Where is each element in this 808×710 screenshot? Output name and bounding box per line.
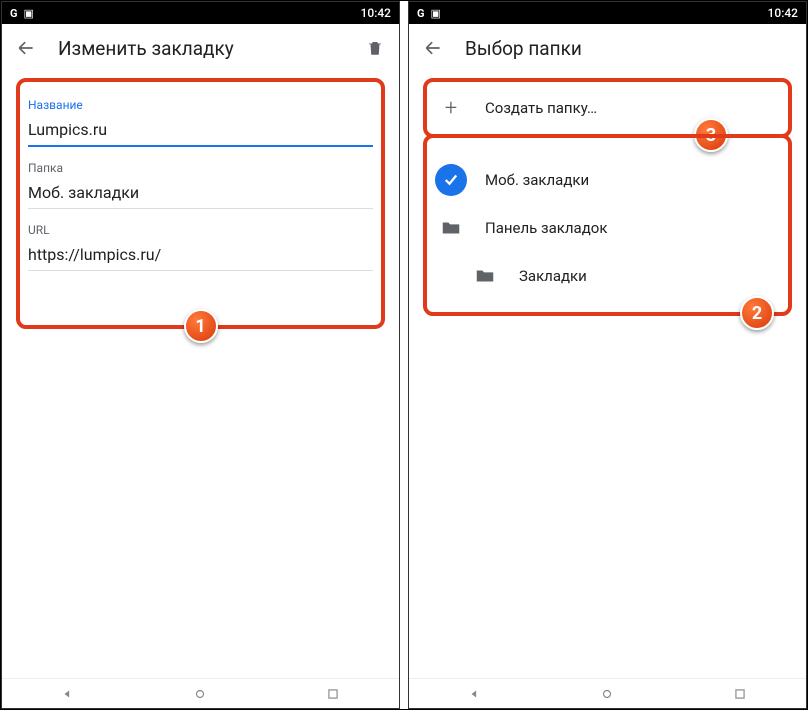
folder-icon <box>435 212 467 244</box>
nav-back-icon[interactable] <box>468 687 482 701</box>
folder-row[interactable]: Закладки <box>429 252 786 300</box>
page-title: Изменить закладку <box>58 37 234 60</box>
folder-row[interactable]: Панель закладок <box>429 204 786 252</box>
status-time: 10:42 <box>768 6 798 20</box>
folder-label: Папка <box>28 161 373 175</box>
status-time: 10:42 <box>361 6 391 20</box>
nav-recent-icon[interactable] <box>733 687 747 701</box>
page-title: Выбор папки <box>465 37 582 60</box>
create-folder-label: Создать папку… <box>485 99 597 117</box>
plus-icon: + <box>435 92 467 124</box>
nav-bar <box>2 678 399 708</box>
url-label: URL <box>28 223 373 237</box>
delete-icon[interactable] <box>361 34 389 62</box>
create-folder-row[interactable]: + Создать папку… <box>429 84 786 132</box>
check-icon <box>435 164 467 196</box>
step-badge-2: 2 <box>740 296 774 330</box>
folder-select[interactable]: Моб. закладки <box>28 179 373 209</box>
nav-home-icon[interactable] <box>600 687 614 701</box>
google-icon: G <box>417 7 425 20</box>
folder-label: Закладки <box>519 267 587 285</box>
folder-label: Моб. закладки <box>485 171 589 189</box>
name-input[interactable]: Lumpics.ru <box>28 116 373 147</box>
app-bar: Изменить закладку <box>2 24 399 72</box>
nav-home-icon[interactable] <box>193 687 207 701</box>
folder-icon <box>469 260 501 292</box>
screen-edit-bookmark: G ▣ 10:42 Изменить закладку Название Lum… <box>1 1 400 709</box>
step-badge-1: 1 <box>184 309 218 343</box>
folder-label: Панель закладок <box>485 219 607 237</box>
nav-back-icon[interactable] <box>61 687 75 701</box>
edit-form-highlight: Название Lumpics.ru Папка Моб. закладки … <box>16 78 385 329</box>
google-icon: G <box>10 7 18 20</box>
create-folder-highlight: + Создать папку… 3 <box>423 78 792 138</box>
status-bar: G ▣ 10:42 <box>409 2 806 24</box>
app-bar: Выбор папки <box>409 24 806 72</box>
nav-recent-icon[interactable] <box>326 687 340 701</box>
folder-list-highlight: Моб. закладки Панель закладок Закладки <box>423 134 792 316</box>
status-bar: G ▣ 10:42 <box>2 2 399 24</box>
app-icon: ▣ <box>24 7 34 20</box>
url-input[interactable]: https://lumpics.ru/ <box>28 241 373 271</box>
screen-select-folder: G ▣ 10:42 Выбор папки + Создать папку… 3 <box>408 1 807 709</box>
nav-bar <box>409 678 806 708</box>
back-icon[interactable] <box>12 34 40 62</box>
folder-row-selected[interactable]: Моб. закладки <box>429 156 786 204</box>
name-label: Название <box>28 98 373 112</box>
app-icon: ▣ <box>431 7 441 20</box>
back-icon[interactable] <box>419 34 447 62</box>
